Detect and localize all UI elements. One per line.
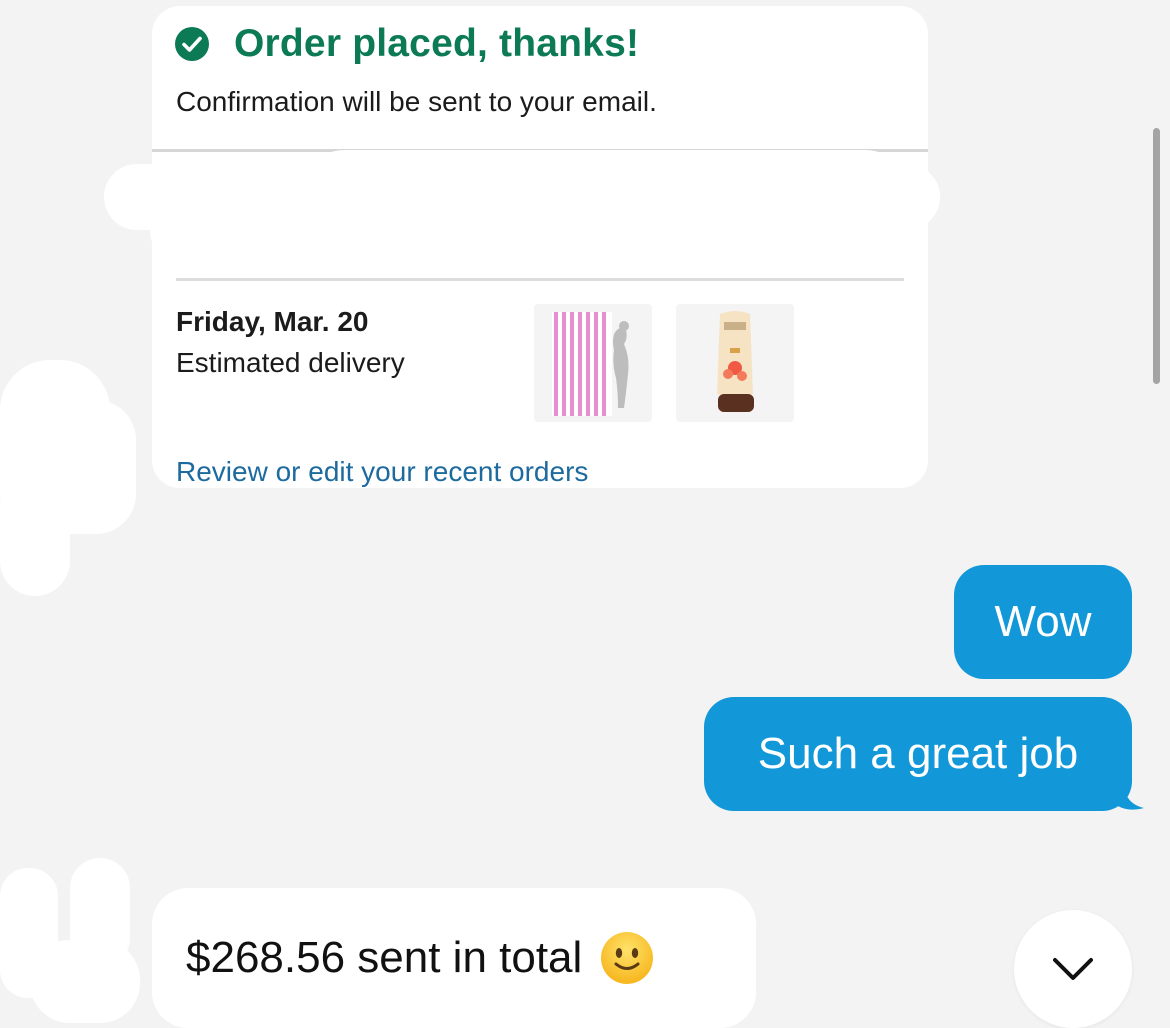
- redaction-blob: [150, 180, 910, 270]
- slightly-smiling-face-icon: [601, 932, 654, 984]
- scroll-to-bottom-button[interactable]: [1014, 910, 1132, 1028]
- check-circle-icon: [175, 27, 209, 61]
- order-subtitle: Confirmation will be sent to your email.: [176, 86, 657, 117]
- order-header: Order placed, thanks!: [174, 22, 639, 66]
- towel-image: [552, 312, 629, 416]
- review-orders-link[interactable]: Review or edit your recent orders: [176, 456, 588, 488]
- delivery-date: Friday, Mar. 20: [176, 306, 369, 337]
- message-bubble-outgoing[interactable]: Wow: [954, 565, 1132, 679]
- message-text: $268.56 sent in total: [186, 933, 583, 982]
- sunscreen-image: [717, 311, 754, 412]
- scrollbar[interactable]: [1153, 128, 1160, 384]
- redaction-blob: [30, 940, 140, 1023]
- product-thumbnail-towel[interactable]: [534, 304, 652, 422]
- chevron-down-icon: [1053, 958, 1093, 980]
- order-title: Order placed, thanks!: [234, 22, 640, 65]
- message-bubble-incoming[interactable]: $268.56 sent in total: [152, 888, 756, 1028]
- delivery-label: Estimated delivery: [176, 347, 405, 378]
- redaction-blob: [0, 470, 70, 596]
- bubble-tail: [1118, 786, 1144, 810]
- message-bubble-outgoing[interactable]: Such a great job: [704, 697, 1132, 811]
- product-thumbnail-sunscreen[interactable]: [676, 304, 794, 422]
- divider: [176, 278, 904, 281]
